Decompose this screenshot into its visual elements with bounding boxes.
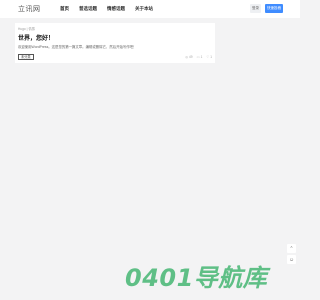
login-button[interactable]: 登录 bbox=[250, 4, 261, 13]
submit-post-button[interactable]: 快速投稿 bbox=[265, 4, 283, 13]
comment-icon: ▭ bbox=[196, 55, 200, 59]
post-category[interactable]: 情感 bbox=[28, 27, 34, 31]
views-stat: ◎ 49 bbox=[185, 55, 192, 59]
post-stats: ◎ 49 ▭ 1 ♡ 1 bbox=[181, 55, 212, 59]
site-header: 立讯网 首页 普选话题 情感话题 关于本站 登录 快速投稿 bbox=[0, 0, 300, 18]
post-excerpt: 欢迎使用WordPress。这是您的第一篇文章。编辑或删除它，然后开始写作吧！ bbox=[18, 45, 137, 49]
post-author[interactable]: Hugo bbox=[18, 27, 26, 31]
scroll-top-icon[interactable]: ⌃ bbox=[287, 244, 296, 253]
nav-item-home[interactable]: 首页 bbox=[60, 5, 69, 12]
nav-item-about[interactable]: 关于本站 bbox=[135, 5, 153, 12]
post-tag[interactable]: 未分类 bbox=[18, 54, 34, 60]
site-logo[interactable]: 立讯网 bbox=[18, 4, 41, 14]
post-title[interactable]: 世界，您好！ bbox=[18, 33, 54, 42]
post-meta: Hugo|情感 bbox=[18, 26, 35, 31]
eye-icon: ◎ bbox=[185, 55, 189, 59]
heart-icon: ♡ bbox=[206, 55, 210, 59]
nav-item-emotion-topics[interactable]: 情感话题 bbox=[107, 5, 125, 12]
post-card[interactable]: Hugo|情感 世界，您好！ 欢迎使用WordPress。这是您的第一篇文章。编… bbox=[15, 23, 215, 63]
likes-stat[interactable]: ♡ 1 bbox=[206, 55, 212, 59]
nav-item-general-topics[interactable]: 普选话题 bbox=[79, 5, 97, 12]
likes-count: 1 bbox=[210, 55, 212, 59]
comments-count: 1 bbox=[200, 55, 203, 59]
chat-icon[interactable]: ☺ bbox=[287, 255, 296, 264]
comments-stat: ▭ 1 bbox=[197, 55, 203, 59]
main-nav: 首页 普选话题 情感话题 关于本站 bbox=[60, 5, 163, 12]
views-count: 49 bbox=[189, 55, 193, 59]
site-watermark: 0401导航库 bbox=[125, 264, 268, 292]
